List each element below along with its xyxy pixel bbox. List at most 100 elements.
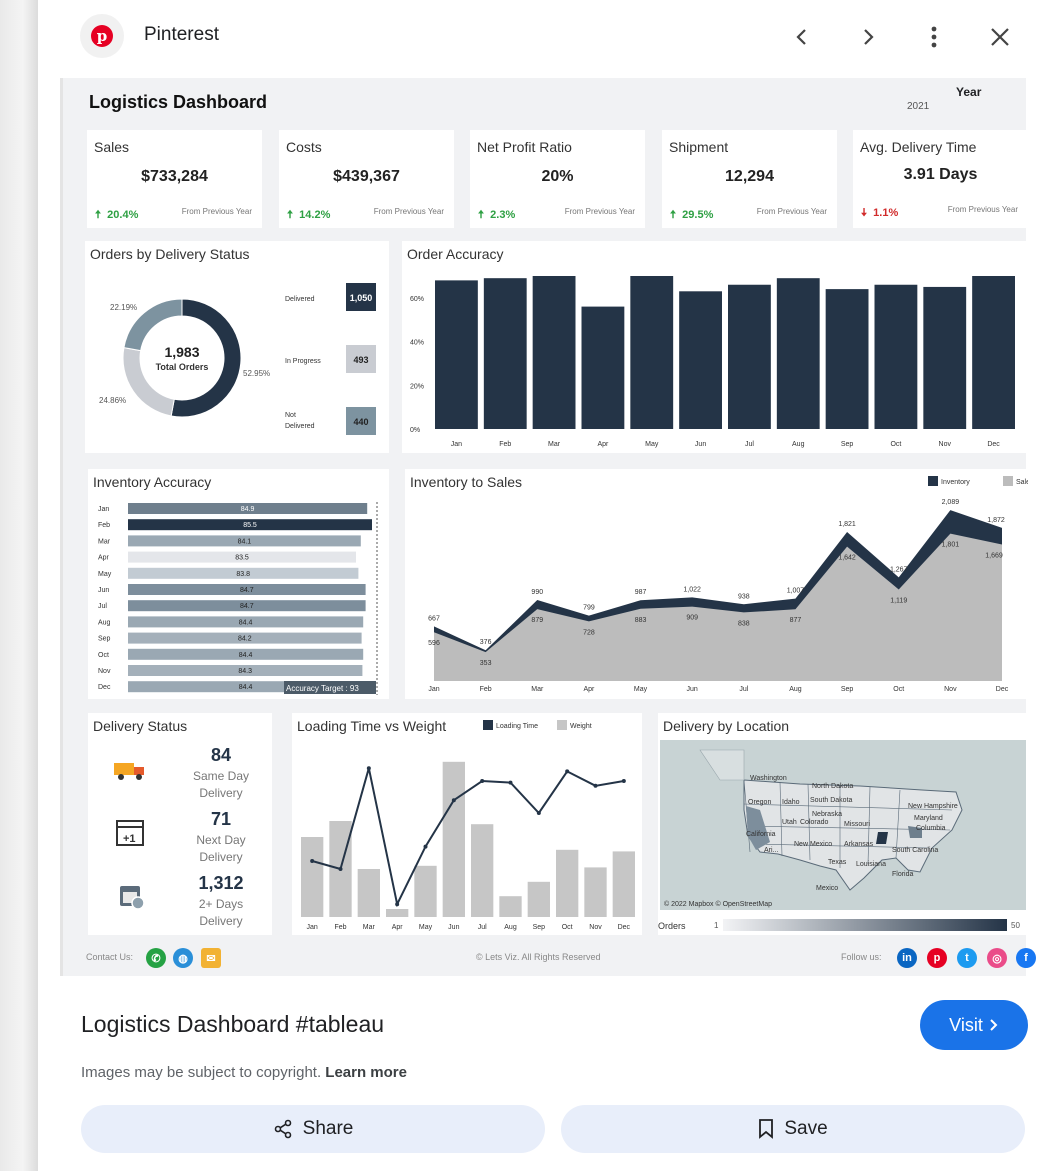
share-button[interactable]: Share: [81, 1105, 545, 1153]
svg-text:+1: +1: [123, 833, 136, 845]
bookmark-icon: [759, 1119, 774, 1139]
x-tick-label: Apr: [583, 686, 595, 693]
orders-status-card: Orders by Delivery Status 1,983 Total Ord…: [85, 241, 389, 453]
weight-bar: [386, 909, 409, 917]
x-tick-label: Sep: [533, 924, 546, 931]
map-label-missouri: Missouri: [844, 821, 871, 828]
contact-label: Contact Us:: [86, 952, 134, 962]
weight-bar: [414, 865, 437, 917]
bar-value-label: 84.7: [240, 587, 254, 594]
pinterest-logo[interactable]: p: [80, 14, 124, 58]
month-label: May: [98, 571, 112, 578]
sales-value-label: 838: [738, 620, 750, 627]
map-label-mexico: Mexico: [816, 885, 838, 892]
loading-time-point: [310, 859, 315, 863]
x-tick-label: Oct: [562, 924, 573, 931]
y-tick-label: 20%: [410, 383, 424, 390]
x-tick-label: Aug: [504, 924, 517, 931]
two-plus-days-label: 2+ Days Delivery: [198, 897, 244, 928]
sales-value-label: 1,119: [890, 597, 907, 604]
chevron-right-icon: [990, 1019, 998, 1031]
x-tick-label: Jan: [451, 441, 462, 448]
twitter-icon[interactable]: t: [957, 948, 977, 968]
loading-time-point: [621, 779, 626, 783]
chevron-left-icon: [796, 29, 806, 45]
legend-label: Delivered: [285, 296, 315, 303]
order-accuracy-bar: [581, 306, 625, 429]
more-vert-icon: [931, 26, 937, 48]
truck-icon: [114, 763, 144, 780]
share-icon: [274, 1119, 291, 1139]
sales-value-label: 909: [686, 615, 698, 622]
kpi-title: Costs: [286, 139, 322, 155]
copyright-notice: Images may be subject to copyright. Lear…: [81, 1064, 407, 1081]
visit-button[interactable]: Visit: [920, 1000, 1028, 1050]
learn-more-link[interactable]: Learn more: [325, 1064, 407, 1081]
previous-button[interactable]: [785, 20, 819, 54]
whatsapp-icon[interactable]: ✆: [146, 948, 166, 968]
web-icon[interactable]: ◍: [173, 948, 193, 968]
inventory-value-label: 987: [635, 589, 647, 596]
x-tick-label: Aug: [792, 441, 805, 448]
bar-value-label: 83.5: [235, 555, 249, 562]
more-options-button[interactable]: [917, 20, 951, 54]
x-tick-label: Apr: [392, 924, 404, 931]
bar-value-label: 84.4: [239, 652, 253, 659]
kpi-value: 3.91 Days: [903, 166, 978, 183]
x-tick-label: Mar: [363, 924, 376, 931]
bar-value-label: 84.1: [238, 538, 252, 545]
map-label-colorado: Colorado: [800, 819, 829, 826]
map-label-north-dakota: North Dakota: [812, 783, 853, 790]
dashboard-image[interactable]: Logistics Dashboard Year 2021 Sales $733…: [60, 78, 1036, 976]
kpi-title: Sales: [94, 139, 130, 155]
mail-icon[interactable]: ✉: [201, 948, 221, 968]
save-button[interactable]: Save: [561, 1105, 1025, 1153]
delivery-location-card: Delivery by Location Washington North Da…: [658, 713, 1028, 935]
month-label: Feb: [98, 522, 110, 529]
pinterest-social-icon[interactable]: p: [927, 948, 947, 968]
order-accuracy-bar: [728, 284, 771, 429]
next-button[interactable]: [851, 20, 885, 54]
loading-weight-chart: Jan Feb Mar Apr May Jun Jul Aug Sep Oct Nov Dec Load…: [301, 720, 635, 931]
dribbble-icon[interactable]: ◎: [987, 948, 1007, 968]
kpi-value: 20%: [541, 168, 574, 185]
slice-percent: 24.86%: [99, 396, 126, 405]
order-accuracy-bar: [923, 286, 967, 429]
order-accuracy-bar: [825, 289, 869, 429]
donut-chart: 1,983 Total Orders 52.95% 24.86% 22.19% Deliv…: [99, 283, 376, 435]
orders-legend-min: 1: [714, 921, 719, 930]
month-label: Jan: [98, 506, 109, 513]
save-label: Save: [784, 1118, 828, 1139]
inventory-value-label: 2,089: [942, 499, 960, 506]
loading-time-point: [536, 811, 541, 815]
x-tick-label: Sep: [841, 686, 854, 693]
loading-time-point: [593, 783, 598, 788]
linkedin-icon[interactable]: in: [897, 948, 917, 968]
month-label: Nov: [98, 668, 111, 675]
kpi-from: From Previous Year: [373, 207, 444, 216]
x-tick-label: Jun: [695, 441, 706, 448]
loading-time-point: [451, 798, 456, 803]
next-day-value: 71: [210, 809, 232, 829]
arrow-up-icon: 🠅: [95, 209, 102, 221]
follow-label: Follow us:: [841, 952, 882, 962]
pin-title: Logistics Dashboard #tableau: [81, 1011, 385, 1037]
facebook-icon[interactable]: f: [1016, 948, 1036, 968]
order-accuracy-bar: [679, 291, 722, 429]
same-day-label: Same Day Delivery: [192, 769, 250, 800]
legend-swatch-inventory: [928, 476, 938, 486]
close-button[interactable]: [983, 20, 1017, 54]
site-name[interactable]: Pinterest: [144, 24, 219, 46]
order-accuracy-bar: [874, 284, 918, 429]
us-map[interactable]: Washington North Dakota South Dakota Ore…: [660, 740, 1026, 910]
weight-bar: [357, 869, 380, 917]
kpi-from: From Previous Year: [181, 207, 252, 216]
x-tick-label: May: [645, 441, 659, 448]
orders-legend-gradient: [723, 919, 1007, 931]
x-tick-label: Jul: [745, 441, 754, 448]
bar-value-label: 84.2: [238, 636, 252, 643]
map-label-new-mexico: New Mexico: [794, 841, 832, 848]
inventory-value-label: 1,821: [838, 521, 856, 528]
map-label-nebraska: Nebraska: [812, 811, 842, 818]
weight-bar: [527, 881, 550, 917]
